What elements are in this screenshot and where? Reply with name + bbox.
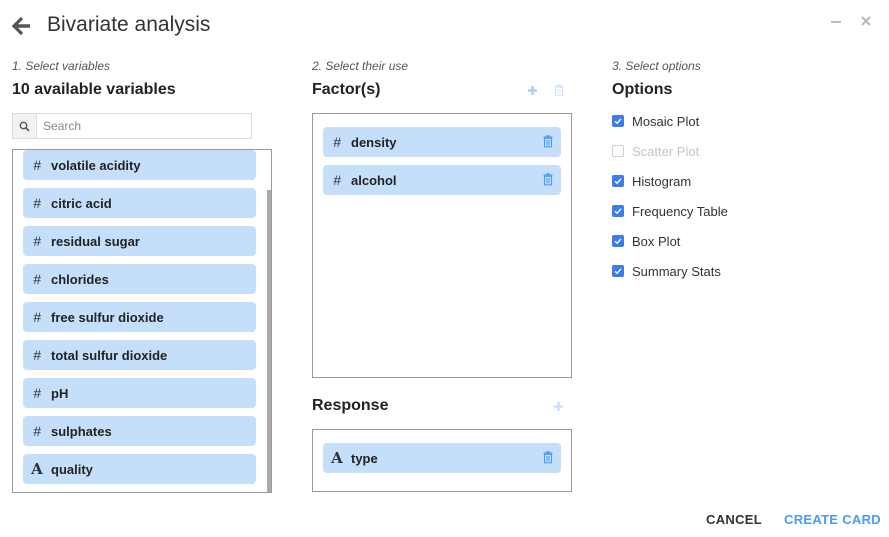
variable-label: chlorides bbox=[51, 271, 109, 287]
checkbox-checked[interactable] bbox=[612, 115, 624, 127]
checkbox-checked[interactable] bbox=[612, 265, 624, 277]
numeric-type-icon: # bbox=[33, 157, 41, 173]
variable-item[interactable]: # citric acid bbox=[23, 188, 256, 218]
dialog-title: Bivariate analysis bbox=[47, 13, 211, 36]
variable-search bbox=[12, 113, 252, 139]
variable-item[interactable]: # pH bbox=[23, 378, 256, 408]
remove-factor-button[interactable] bbox=[543, 172, 553, 186]
add-factor-button[interactable] bbox=[527, 83, 538, 101]
cancel-button[interactable]: CANCEL bbox=[706, 512, 762, 527]
option-scatter-plot: Scatter Plot bbox=[612, 142, 699, 160]
variable-label: volatile acidity bbox=[51, 157, 141, 173]
option-summary-stats[interactable]: Summary Stats bbox=[612, 262, 721, 280]
numeric-type-icon: # bbox=[33, 233, 41, 249]
minimize-icon bbox=[831, 21, 841, 23]
clear-factors-button[interactable] bbox=[554, 83, 564, 101]
option-label: Box Plot bbox=[632, 233, 681, 249]
option-histogram[interactable]: Histogram bbox=[612, 172, 691, 190]
variable-list: # volatile acidity # citric acid # resid… bbox=[12, 149, 272, 493]
numeric-type-icon: # bbox=[33, 195, 41, 211]
checkbox-checked[interactable] bbox=[612, 205, 624, 217]
factor-chip[interactable]: # alcohol bbox=[323, 165, 561, 195]
close-icon bbox=[861, 16, 871, 26]
step-1-label: 1. Select variables bbox=[12, 59, 111, 73]
numeric-type-icon: # bbox=[33, 271, 41, 287]
option-label: Scatter Plot bbox=[632, 143, 700, 159]
variable-label: total sulfur dioxide bbox=[51, 347, 168, 363]
checkbox-checked[interactable] bbox=[612, 175, 624, 187]
response-heading: Response bbox=[312, 397, 389, 414]
trash-icon bbox=[543, 173, 553, 186]
factors-heading: Factor(s) bbox=[312, 81, 381, 98]
back-button[interactable] bbox=[11, 14, 33, 38]
create-card-button[interactable]: CREATE CARD bbox=[784, 512, 881, 527]
variable-item[interactable]: # residual sugar bbox=[23, 226, 256, 256]
variable-label: citric acid bbox=[51, 195, 112, 211]
factor-label: density bbox=[351, 134, 397, 150]
checkbox-unchecked-disabled bbox=[612, 145, 624, 157]
variable-item[interactable]: # free sulfur dioxide bbox=[23, 302, 256, 332]
plus-icon bbox=[528, 86, 537, 95]
minimize-button[interactable] bbox=[830, 14, 842, 28]
available-variables-heading: 10 available variables bbox=[12, 81, 176, 98]
option-label: Mosaic Plot bbox=[632, 113, 700, 129]
dialog-header: Bivariate analysis bbox=[0, 0, 889, 56]
numeric-type-icon: # bbox=[33, 423, 41, 439]
numeric-type-icon: # bbox=[33, 347, 41, 363]
trash-icon bbox=[554, 84, 564, 97]
check-icon bbox=[614, 208, 622, 215]
factors-drop-zone[interactable]: # density # alcohol bbox=[312, 113, 572, 378]
categorical-type-icon: A bbox=[331, 449, 343, 467]
variable-list-scrollbar[interactable] bbox=[267, 190, 271, 492]
option-label: Summary Stats bbox=[632, 263, 721, 279]
trash-icon bbox=[543, 451, 553, 464]
option-box-plot[interactable]: Box Plot bbox=[612, 232, 680, 250]
arrow-left-icon bbox=[11, 16, 30, 36]
numeric-type-icon: # bbox=[33, 385, 41, 401]
trash-icon bbox=[543, 135, 553, 148]
check-icon bbox=[614, 238, 622, 245]
check-icon bbox=[614, 268, 622, 275]
plus-icon bbox=[554, 402, 563, 411]
options-heading: Options bbox=[612, 81, 673, 98]
remove-factor-button[interactable] bbox=[543, 134, 553, 148]
categorical-type-icon: A bbox=[31, 460, 43, 478]
response-drop-zone[interactable]: A type bbox=[312, 429, 572, 492]
variable-item[interactable]: # volatile acidity bbox=[23, 150, 256, 180]
option-mosaic-plot[interactable]: Mosaic Plot bbox=[612, 112, 699, 130]
variable-item[interactable]: # sulphates bbox=[23, 416, 256, 446]
search-icon bbox=[19, 121, 30, 132]
variable-item[interactable]: # total sulfur dioxide bbox=[23, 340, 256, 370]
variable-label: pH bbox=[51, 385, 69, 401]
factor-label: alcohol bbox=[351, 172, 397, 188]
variable-label: residual sugar bbox=[51, 233, 140, 249]
variable-label: quality bbox=[51, 461, 93, 477]
check-icon bbox=[614, 118, 622, 125]
check-icon bbox=[614, 178, 622, 185]
step-3-label: 3. Select options bbox=[612, 59, 701, 73]
search-input[interactable] bbox=[37, 114, 251, 138]
add-response-button[interactable] bbox=[553, 399, 564, 417]
factor-chip[interactable]: # density bbox=[323, 127, 561, 157]
variable-item[interactable]: # chlorides bbox=[23, 264, 256, 294]
remove-response-button[interactable] bbox=[543, 450, 553, 464]
numeric-type-icon: # bbox=[333, 134, 341, 150]
option-label: Histogram bbox=[632, 173, 692, 189]
numeric-type-icon: # bbox=[33, 309, 41, 325]
option-label: Frequency Table bbox=[632, 203, 728, 219]
checkbox-checked[interactable] bbox=[612, 235, 624, 247]
numeric-type-icon: # bbox=[333, 172, 341, 188]
option-frequency-table[interactable]: Frequency Table bbox=[612, 202, 728, 220]
variable-label: sulphates bbox=[51, 423, 112, 439]
response-label: type bbox=[351, 450, 378, 466]
variable-item[interactable]: A quality bbox=[23, 454, 256, 484]
variable-label: free sulfur dioxide bbox=[51, 309, 164, 325]
response-chip[interactable]: A type bbox=[323, 443, 561, 473]
search-icon-box bbox=[13, 114, 37, 138]
step-2-label: 2. Select their use bbox=[312, 59, 409, 73]
close-button[interactable] bbox=[860, 14, 872, 28]
